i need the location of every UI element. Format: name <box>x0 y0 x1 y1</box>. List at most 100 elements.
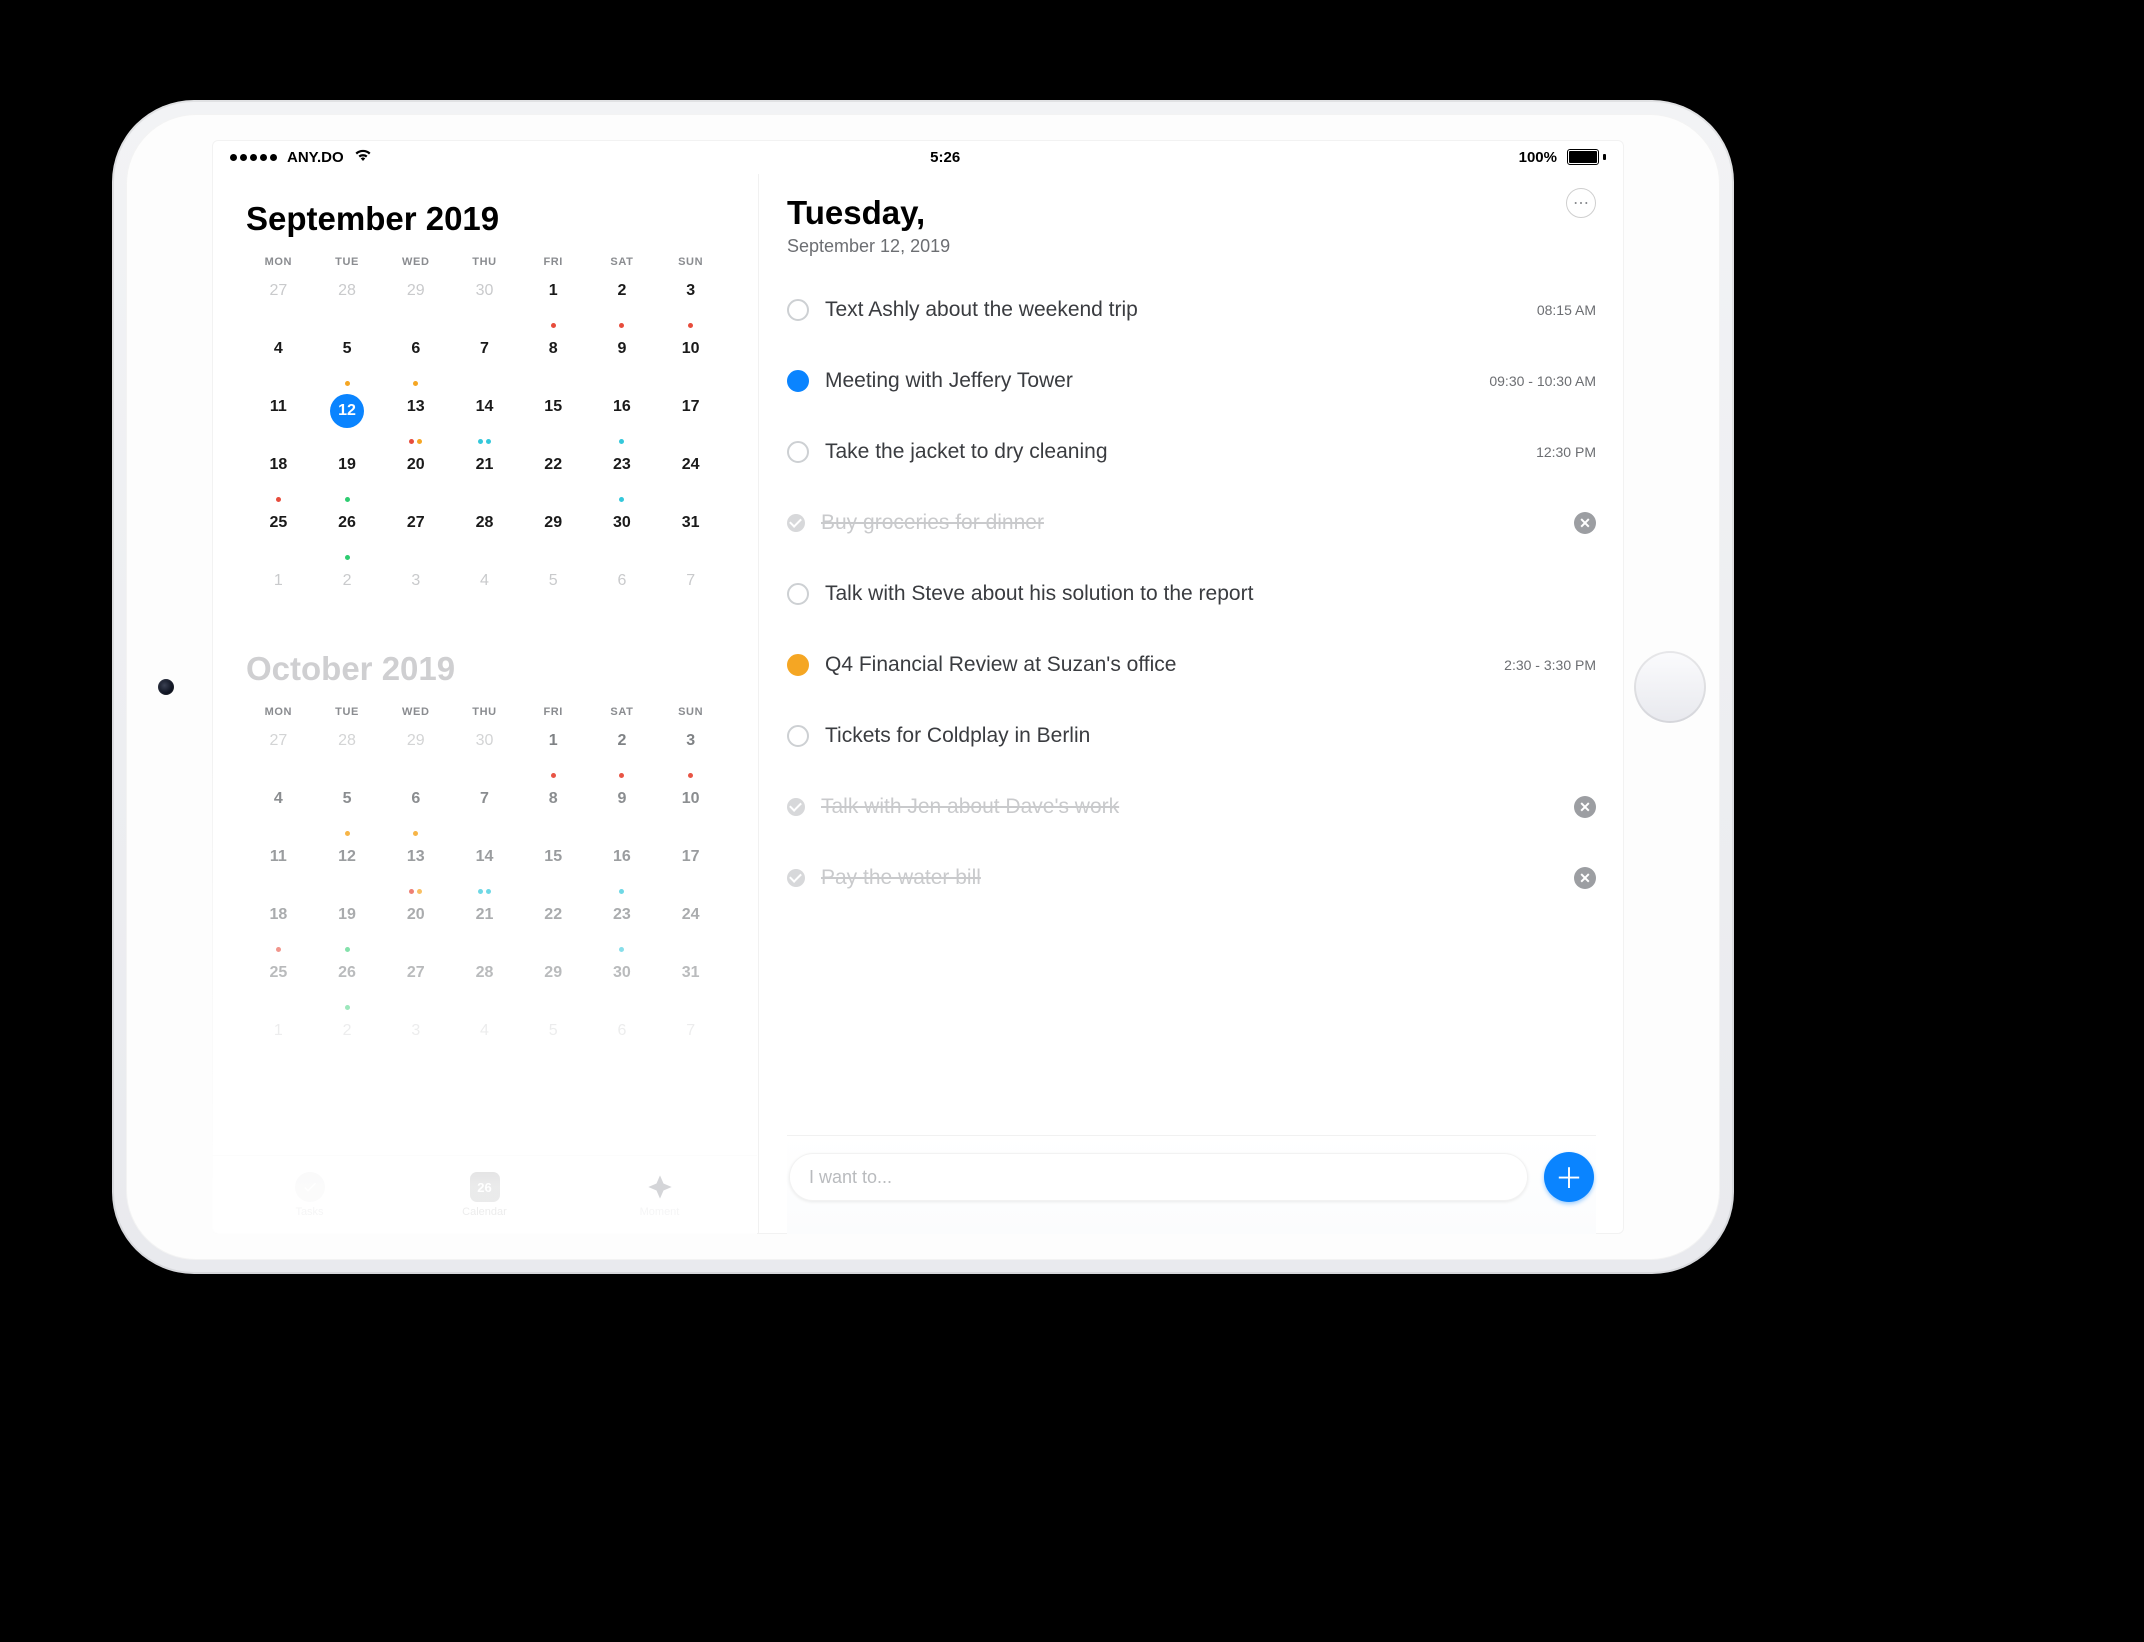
calendar-day[interactable]: 21 <box>452 900 517 958</box>
calendar-day[interactable]: 27 <box>383 508 448 566</box>
task-row[interactable]: Buy groceries for dinner✕ <box>787 488 1596 559</box>
calendar-day[interactable]: 28 <box>452 508 517 566</box>
calendar-day[interactable]: 3 <box>383 1016 448 1074</box>
calendar-day[interactable]: 29 <box>383 276 448 334</box>
calendar-day[interactable]: 30 <box>590 958 655 1016</box>
calendar-day[interactable]: 5 <box>315 784 380 842</box>
calendar-day[interactable]: 4 <box>452 1016 517 1074</box>
calendar-day[interactable]: 16 <box>590 842 655 900</box>
task-row[interactable]: Meeting with Jeffery Tower09:30 - 10:30 … <box>787 346 1596 417</box>
task-checked-icon[interactable] <box>787 798 805 816</box>
task-row[interactable]: Tickets for Coldplay in Berlin <box>787 701 1596 772</box>
delete-task-button[interactable]: ✕ <box>1574 867 1596 889</box>
calendar-day[interactable]: 28 <box>452 958 517 1016</box>
calendar-day[interactable]: 15 <box>521 392 586 450</box>
calendar-day[interactable]: 11 <box>246 392 311 450</box>
calendar-day[interactable]: 5 <box>521 1016 586 1074</box>
calendar-day[interactable]: 30 <box>590 508 655 566</box>
task-row[interactable]: Pay the water bill✕ <box>787 843 1596 914</box>
task-bullet-icon[interactable] <box>787 299 809 321</box>
calendar-day[interactable]: 13 <box>383 392 448 450</box>
calendar-day[interactable]: 27 <box>246 726 311 784</box>
task-checked-icon[interactable] <box>787 869 805 887</box>
nav-tasks[interactable]: Tasks <box>250 1172 370 1218</box>
calendar-day[interactable]: 14 <box>452 392 517 450</box>
calendar-day[interactable]: 22 <box>521 900 586 958</box>
calendar-day[interactable]: 30 <box>452 276 517 334</box>
calendar-day[interactable]: 4 <box>246 784 311 842</box>
task-bullet-icon[interactable] <box>787 441 809 463</box>
home-button[interactable] <box>1634 651 1706 723</box>
calendar-day[interactable]: 13 <box>383 842 448 900</box>
calendar-day[interactable]: 18 <box>246 450 311 508</box>
calendar-day[interactable]: 11 <box>246 842 311 900</box>
calendar-day[interactable]: 8 <box>521 334 586 392</box>
calendar-day[interactable]: 19 <box>315 450 380 508</box>
calendar-day[interactable]: 28 <box>315 276 380 334</box>
task-input[interactable]: I want to... <box>789 1153 1528 1201</box>
calendar-day[interactable]: 12 <box>315 392 380 450</box>
calendar-day[interactable]: 3 <box>658 726 723 784</box>
delete-task-button[interactable]: ✕ <box>1574 512 1596 534</box>
calendar-day[interactable]: 2 <box>590 726 655 784</box>
calendar-day[interactable]: 27 <box>383 958 448 1016</box>
calendar-day[interactable]: 25 <box>246 958 311 1016</box>
calendar-day[interactable]: 26 <box>315 508 380 566</box>
calendar-day[interactable]: 7 <box>452 784 517 842</box>
calendar-day[interactable]: 7 <box>658 1016 723 1074</box>
calendar-day[interactable]: 6 <box>383 784 448 842</box>
calendar-day[interactable]: 29 <box>521 958 586 1016</box>
calendar-day[interactable]: 31 <box>658 958 723 1016</box>
calendar-day[interactable]: 31 <box>658 508 723 566</box>
calendar-day[interactable]: 30 <box>452 726 517 784</box>
calendar-day[interactable]: 29 <box>383 726 448 784</box>
calendar-day[interactable]: 23 <box>590 900 655 958</box>
calendar-day[interactable]: 21 <box>452 450 517 508</box>
task-bullet-icon[interactable] <box>787 654 809 676</box>
task-row[interactable]: Talk with Jen about Dave's work✕ <box>787 772 1596 843</box>
calendar-day[interactable]: 9 <box>590 784 655 842</box>
calendar-day[interactable]: 1 <box>246 566 311 624</box>
task-row[interactable]: Take the jacket to dry cleaning12:30 PM <box>787 417 1596 488</box>
calendar-day[interactable]: 18 <box>246 900 311 958</box>
calendar-day[interactable]: 17 <box>658 392 723 450</box>
calendar-day[interactable]: 3 <box>658 276 723 334</box>
task-bullet-icon[interactable] <box>787 370 809 392</box>
calendar-day[interactable]: 17 <box>658 842 723 900</box>
calendar-day[interactable]: 2 <box>315 1016 380 1074</box>
calendar-day[interactable]: 28 <box>315 726 380 784</box>
nav-calendar[interactable]: 26 Calendar <box>425 1172 545 1218</box>
task-bullet-icon[interactable] <box>787 583 809 605</box>
calendar-day[interactable]: 2 <box>315 566 380 624</box>
add-task-button[interactable]: ＋ <box>1544 1152 1594 1202</box>
calendar-day[interactable]: 7 <box>452 334 517 392</box>
calendar-day[interactable]: 10 <box>658 784 723 842</box>
calendar-day[interactable]: 1 <box>521 276 586 334</box>
task-row[interactable]: Text Ashly about the weekend trip08:15 A… <box>787 275 1596 346</box>
calendar-day[interactable]: 10 <box>658 334 723 392</box>
nav-moment[interactable]: Moment <box>600 1172 720 1218</box>
calendar-day[interactable]: 1 <box>521 726 586 784</box>
calendar-day[interactable]: 14 <box>452 842 517 900</box>
calendar-day[interactable]: 3 <box>383 566 448 624</box>
calendar-day[interactable]: 6 <box>590 1016 655 1074</box>
more-button[interactable]: ⋯ <box>1566 188 1596 218</box>
calendar-day[interactable]: 24 <box>658 450 723 508</box>
calendar-day[interactable]: 12 <box>315 842 380 900</box>
calendar-day[interactable]: 29 <box>521 508 586 566</box>
calendar-day[interactable]: 4 <box>246 334 311 392</box>
calendar-day[interactable]: 6 <box>590 566 655 624</box>
calendar-day[interactable]: 1 <box>246 1016 311 1074</box>
calendar-day[interactable]: 6 <box>383 334 448 392</box>
task-checked-icon[interactable] <box>787 514 805 532</box>
task-row[interactable]: Q4 Financial Review at Suzan's office2:3… <box>787 630 1596 701</box>
calendar-day[interactable]: 15 <box>521 842 586 900</box>
calendar-day[interactable]: 5 <box>315 334 380 392</box>
calendar-day[interactable]: 20 <box>383 450 448 508</box>
calendar-day[interactable]: 2 <box>590 276 655 334</box>
calendar-day[interactable]: 24 <box>658 900 723 958</box>
task-bullet-icon[interactable] <box>787 725 809 747</box>
calendar-day[interactable]: 4 <box>452 566 517 624</box>
calendar-day[interactable]: 5 <box>521 566 586 624</box>
calendar-day[interactable]: 8 <box>521 784 586 842</box>
